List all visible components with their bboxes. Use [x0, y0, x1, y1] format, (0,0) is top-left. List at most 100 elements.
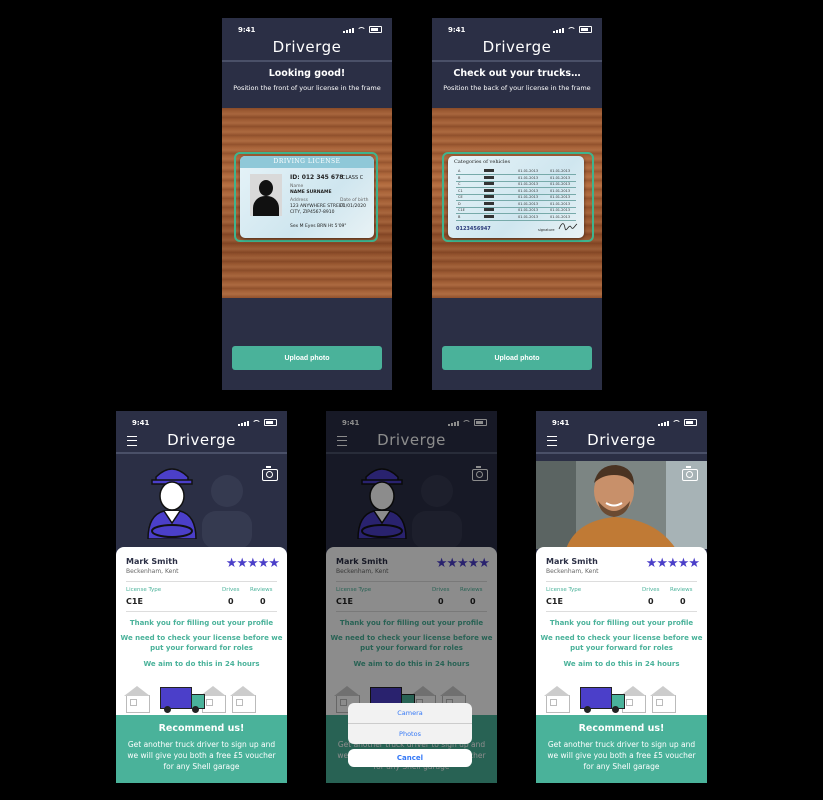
license-address-2: CITY, ZIP4567-8910: [290, 210, 335, 215]
license-type-label: License Type: [126, 587, 162, 593]
reviews-label: Reviews: [670, 587, 693, 593]
profile-name: Mark Smith: [546, 557, 598, 566]
camera-viewfinder: Categories of vehicles A 01.01.2013 01.01.…: [432, 108, 602, 298]
license-type-value: C1E: [546, 597, 563, 606]
divider: [126, 581, 277, 582]
app-logo: Driverge: [587, 431, 656, 449]
status-icons: [343, 26, 382, 33]
recommend-banner[interactable]: Recommend us! Get another truck driver t…: [116, 715, 287, 783]
header-divider: [536, 452, 707, 454]
license-check-message: We need to check your license before we …: [540, 634, 703, 652]
vehicle-icon: [484, 201, 494, 205]
profile-location: Beckenham, Kent: [126, 568, 179, 575]
categories-header: Categories of vehicles: [454, 159, 511, 165]
category-date: 01.01.2013: [518, 214, 539, 219]
divider: [126, 611, 277, 612]
camera-viewfinder: DRIVING LICENSE ID: 012 345 678 CLASS C …: [222, 108, 392, 298]
category-date: 01.01.2013: [518, 175, 539, 180]
header-divider: [116, 452, 287, 454]
vehicle-icon: [484, 175, 494, 179]
timeframe-message: We aim to do this in 24 hours: [143, 660, 260, 668]
license-check-message: We need to check your license before we …: [120, 634, 283, 652]
category-date: 01.01.2013: [550, 214, 571, 219]
category-date: 01.01.2013: [550, 195, 571, 199]
category-date: 01.01.2013: [550, 175, 571, 180]
divider: [546, 581, 697, 582]
driver-avatar-illustration: [147, 468, 197, 539]
recommend-body: Get another truck driver to sign up and …: [547, 740, 696, 771]
wifi-icon: [672, 420, 681, 426]
screen-profile-photo-picker: 9:41 Driverge Mark Smith Beckenham, Kent…: [326, 411, 497, 783]
category-date: 01.01.2013: [518, 188, 539, 193]
page-title: Looking good!: [268, 68, 346, 79]
house-icon: [546, 695, 570, 713]
page-subtitle: Position the front of your license in th…: [233, 84, 381, 92]
house-icon: [202, 695, 226, 713]
vehicle-icon: [484, 182, 494, 185]
status-bar: 9:41: [536, 411, 707, 433]
license-header: DRIVING LICENSE: [240, 156, 374, 168]
license-footer: Sex M Eyes BRN Ht 5'09": [290, 224, 347, 229]
truck-illustration: [540, 681, 703, 717]
license-front-card: DRIVING LICENSE ID: 012 345 678 CLASS C …: [240, 156, 374, 238]
category-code: CE: [458, 195, 463, 199]
vehicle-icon: [484, 169, 494, 172]
page-subtitle: Position the back of your license in the…: [443, 84, 591, 92]
wifi-icon: [357, 27, 366, 33]
category-code: C1: [458, 188, 463, 193]
thank-you-message: Thank you for filling out your profile: [129, 619, 274, 627]
drives-label: Drives: [222, 587, 240, 593]
signal-icon: [343, 28, 354, 33]
status-bar: 9:41: [222, 18, 392, 40]
rating-stars: ★★★★★: [645, 556, 700, 571]
reviews-value: 0: [680, 597, 686, 606]
category-code: B: [458, 175, 461, 180]
upload-photo-button[interactable]: Upload photo: [442, 346, 592, 370]
license-type-label: License Type: [546, 587, 582, 593]
drives-value: 0: [648, 597, 654, 606]
signal-icon: [658, 421, 669, 426]
status-time: 9:41: [552, 419, 570, 427]
license-name-label: Name: [290, 184, 304, 189]
rating-stars: ★★★★★: [225, 556, 280, 571]
avatar-area: [116, 461, 287, 549]
battery-icon: [264, 419, 277, 426]
category-date: 01.01.2013: [550, 208, 571, 212]
recommend-body: Get another truck driver to sign up and …: [127, 740, 276, 771]
license-back-card: Categories of vehicles A 01.01.2013 01.01.…: [448, 156, 584, 238]
timeframe-message: We aim to do this in 24 hours: [563, 660, 680, 668]
house-icon: [232, 695, 256, 713]
recommend-banner[interactable]: Recommend us! Get another truck driver t…: [536, 715, 707, 783]
drives-value: 0: [228, 597, 234, 606]
category-code: B: [458, 214, 461, 219]
screen-profile: 9:41 Driverge Mark Smith Beckenham, Kent…: [116, 411, 287, 783]
recommend-title: Recommend us!: [158, 723, 245, 734]
screen-scan-back: 9:41 Driverge Check out your trucks… Pos…: [432, 18, 602, 390]
driver-shadow-illustration: [202, 475, 252, 549]
camera-icon[interactable]: [682, 466, 698, 481]
camera-icon[interactable]: [262, 466, 278, 481]
cancel-button[interactable]: Cancel: [348, 749, 472, 767]
status-icons: [238, 419, 277, 426]
page-title: Check out your trucks…: [453, 68, 581, 79]
category-date: 01.01.2013: [518, 208, 539, 212]
screen-profile-with-photo: 9:41 Driverge Mark Smith Beckenham, Kent…: [536, 411, 707, 783]
license-id: ID: 012 345 678: [290, 174, 344, 181]
profile-location: Beckenham, Kent: [546, 568, 599, 575]
photos-option[interactable]: Photos: [348, 724, 472, 744]
camera-option[interactable]: Camera: [348, 703, 472, 724]
recommend-title: Recommend us!: [578, 723, 665, 734]
house-icon: [126, 695, 150, 713]
upload-photo-button[interactable]: Upload photo: [232, 346, 382, 370]
app-logo: Driverge: [167, 431, 236, 449]
category-code: D: [458, 201, 461, 206]
category-date: 01.01.2013: [550, 182, 571, 186]
category-date: 01.01.2013: [550, 188, 571, 193]
reviews-value: 0: [260, 597, 266, 606]
app-logo: Driverge: [482, 38, 552, 56]
header-divider: [432, 60, 602, 62]
license-type-value: C1E: [126, 597, 143, 606]
signal-icon: [553, 28, 564, 33]
license-address-1: 123 ANYWHERE STREET: [290, 204, 345, 209]
license-dob: 01/01/2020: [340, 204, 366, 209]
